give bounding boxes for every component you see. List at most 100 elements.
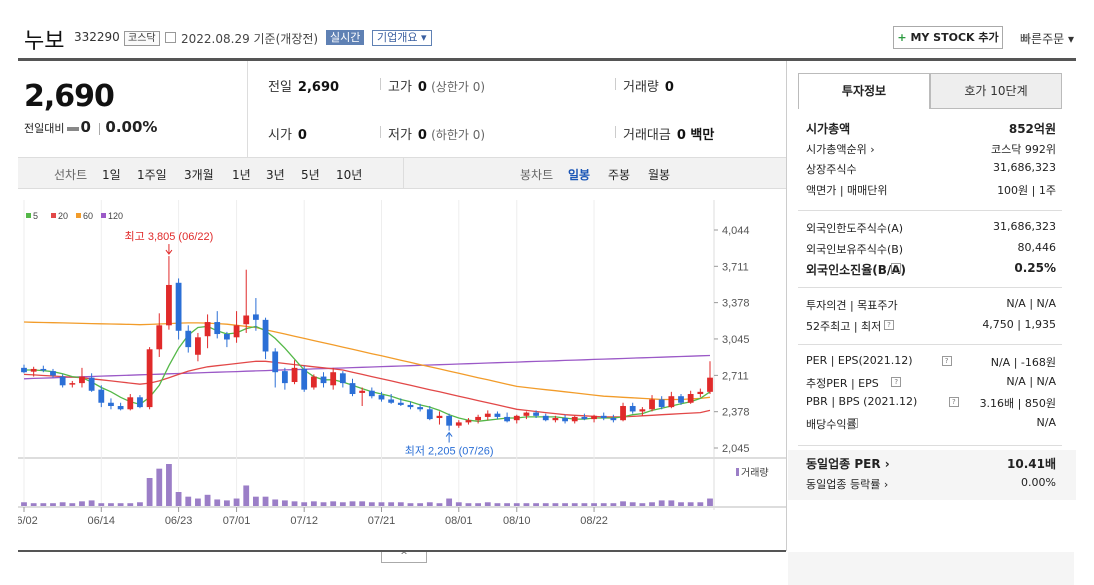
change-percent: 0.00%: [105, 118, 158, 136]
volume-bar: [494, 503, 501, 506]
help-icon[interactable]: ?: [948, 397, 959, 407]
tab-daily[interactable]: 일봉: [568, 166, 590, 183]
help-icon[interactable]: ?: [891, 263, 902, 273]
volume-bar: [523, 503, 530, 506]
candle-chart-label[interactable]: 봉차트: [520, 166, 553, 183]
invest-row: 외국인한도주식수(A) 31,686,323: [806, 220, 1056, 240]
invest-row: 투자의견 | 목표주가 N/A | N/A: [806, 297, 1056, 317]
y-tick-label: 4,044: [722, 225, 750, 237]
candle-body: [233, 325, 240, 338]
price-chart[interactable]: 4,044 3,711 3,378 3,045 2,711 2,378 2,045 06/02…: [18, 200, 786, 550]
candle-body: [484, 413, 491, 417]
invest-row-value: 31,686,323: [993, 220, 1056, 233]
volume-bar: [542, 503, 549, 506]
tab-1week[interactable]: 1주일: [137, 166, 167, 183]
help-icon[interactable]: ?: [941, 356, 952, 366]
collapse-button[interactable]: ^: [381, 552, 427, 563]
invest-row-value: 852억원: [1008, 122, 1056, 136]
volume-bar: [436, 503, 443, 506]
invest-row-label: 투자의견 | 목표주가: [806, 299, 898, 312]
candle-body: [426, 409, 433, 420]
invest-row-value: N/A | -168원: [990, 356, 1056, 369]
candle-body: [117, 406, 124, 410]
stat-prev: 전일 2,690: [268, 80, 340, 95]
invest-row: 시가총액 852억원: [806, 120, 1056, 140]
chart-tabs: 선차트 1일 1주일 3개월 1년 3년 5년 10년 봉차트 일봉 주봉 월봉: [18, 157, 786, 189]
tab-3year[interactable]: 3년: [266, 166, 285, 183]
max-price-label: 최고 3,805 (06/22): [125, 230, 214, 243]
invest-row-label: 외국인보유주식수(B): [806, 242, 904, 256]
candle-body: [639, 409, 646, 412]
candle-body: [69, 383, 76, 385]
candle-body: [243, 315, 250, 325]
add-mystock-button[interactable]: + MY STOCK 추가: [893, 26, 1003, 49]
x-tick-label: 06/23: [165, 515, 193, 527]
candle-body: [629, 406, 636, 412]
help-icon[interactable]: ?: [884, 319, 894, 330]
candle-body: [330, 372, 337, 386]
volume-bar: [610, 503, 617, 506]
invest-row-value: 80,446: [1017, 240, 1057, 254]
stock-name: 누보: [24, 29, 65, 54]
candle-body: [707, 377, 713, 392]
quick-order-button[interactable]: 빠른주문 ▾: [1020, 30, 1074, 47]
volume-bar: [581, 503, 588, 506]
line-chart-label[interactable]: 선차트: [54, 166, 87, 183]
volume-bar: [513, 503, 520, 506]
x-tick-label: 08/01: [445, 515, 473, 527]
company-overview-button[interactable]: 기업개요 ▾: [372, 30, 432, 46]
tab-1day[interactable]: 1일: [102, 166, 121, 183]
candle-body: [349, 383, 356, 395]
realtime-button[interactable]: 실시간: [326, 30, 365, 45]
legend-label: 5: [33, 211, 38, 221]
tab-invest-info[interactable]: 투자정보: [798, 73, 930, 109]
volume-bar: [407, 503, 414, 506]
invest-row: 액면가 | 매매단위 100원 | 1주: [806, 182, 1056, 202]
candle-body: [581, 416, 588, 420]
tab-weekly[interactable]: 주봉: [608, 166, 630, 183]
candle-body: [88, 377, 95, 391]
volume-bar: [30, 503, 37, 506]
candle-body: [108, 402, 114, 407]
legend-swatch: [26, 213, 31, 218]
legend-label: 60: [83, 211, 93, 221]
help-icon[interactable]: ?: [848, 417, 858, 428]
volume-legend-label: 거래량: [741, 467, 769, 479]
volume-bar: [697, 502, 704, 506]
candle-body: [436, 415, 443, 419]
volume-bar: [649, 502, 655, 506]
candle-body: [678, 396, 684, 403]
volume-bar: [484, 502, 491, 506]
invest-row: PBR | BPS (2021.12)? 3.16배 | 850원: [806, 395, 1056, 415]
min-price-label: 최저 2,205 (07/26): [405, 445, 494, 458]
volume-bar: [88, 500, 95, 506]
invest-row-value: 3.16배 | 850원: [979, 397, 1056, 410]
volume-bar: [301, 502, 308, 506]
section-divider: [798, 210, 1062, 211]
candle-body: [533, 412, 539, 416]
help-icon[interactable]: ?: [891, 376, 902, 387]
tab-orderbook-10[interactable]: 호가 10단계: [930, 73, 1062, 109]
tab-monthly[interactable]: 월봉: [648, 166, 670, 183]
current-price: 2,690: [24, 79, 115, 114]
legend-swatch: [51, 213, 56, 218]
volume-bar: [262, 496, 269, 506]
invest-row-label: 52주최고 | 최저: [806, 319, 882, 333]
candle-body: [156, 325, 163, 350]
legend-swatch: [76, 213, 81, 218]
tab-3month[interactable]: 3개월: [184, 166, 214, 183]
invest-row-value: 31,686,323: [993, 161, 1056, 174]
invest-row-value: 0.00%: [1021, 475, 1056, 489]
volume-bar: [388, 502, 395, 506]
volume-bar: [40, 503, 47, 506]
volume-bar: [291, 501, 298, 506]
volume-bar: [455, 502, 462, 506]
candle-body: [166, 284, 172, 326]
tab-10year[interactable]: 10년: [336, 166, 362, 183]
invest-row-label: 동일업종 등락률 ›: [806, 477, 889, 491]
tab-5year[interactable]: 5년: [301, 166, 320, 183]
y-tick-label: 3,378: [722, 298, 750, 310]
volume-bar: [185, 496, 192, 506]
candle-body: [214, 322, 221, 335]
tab-1year[interactable]: 1년: [232, 166, 251, 183]
